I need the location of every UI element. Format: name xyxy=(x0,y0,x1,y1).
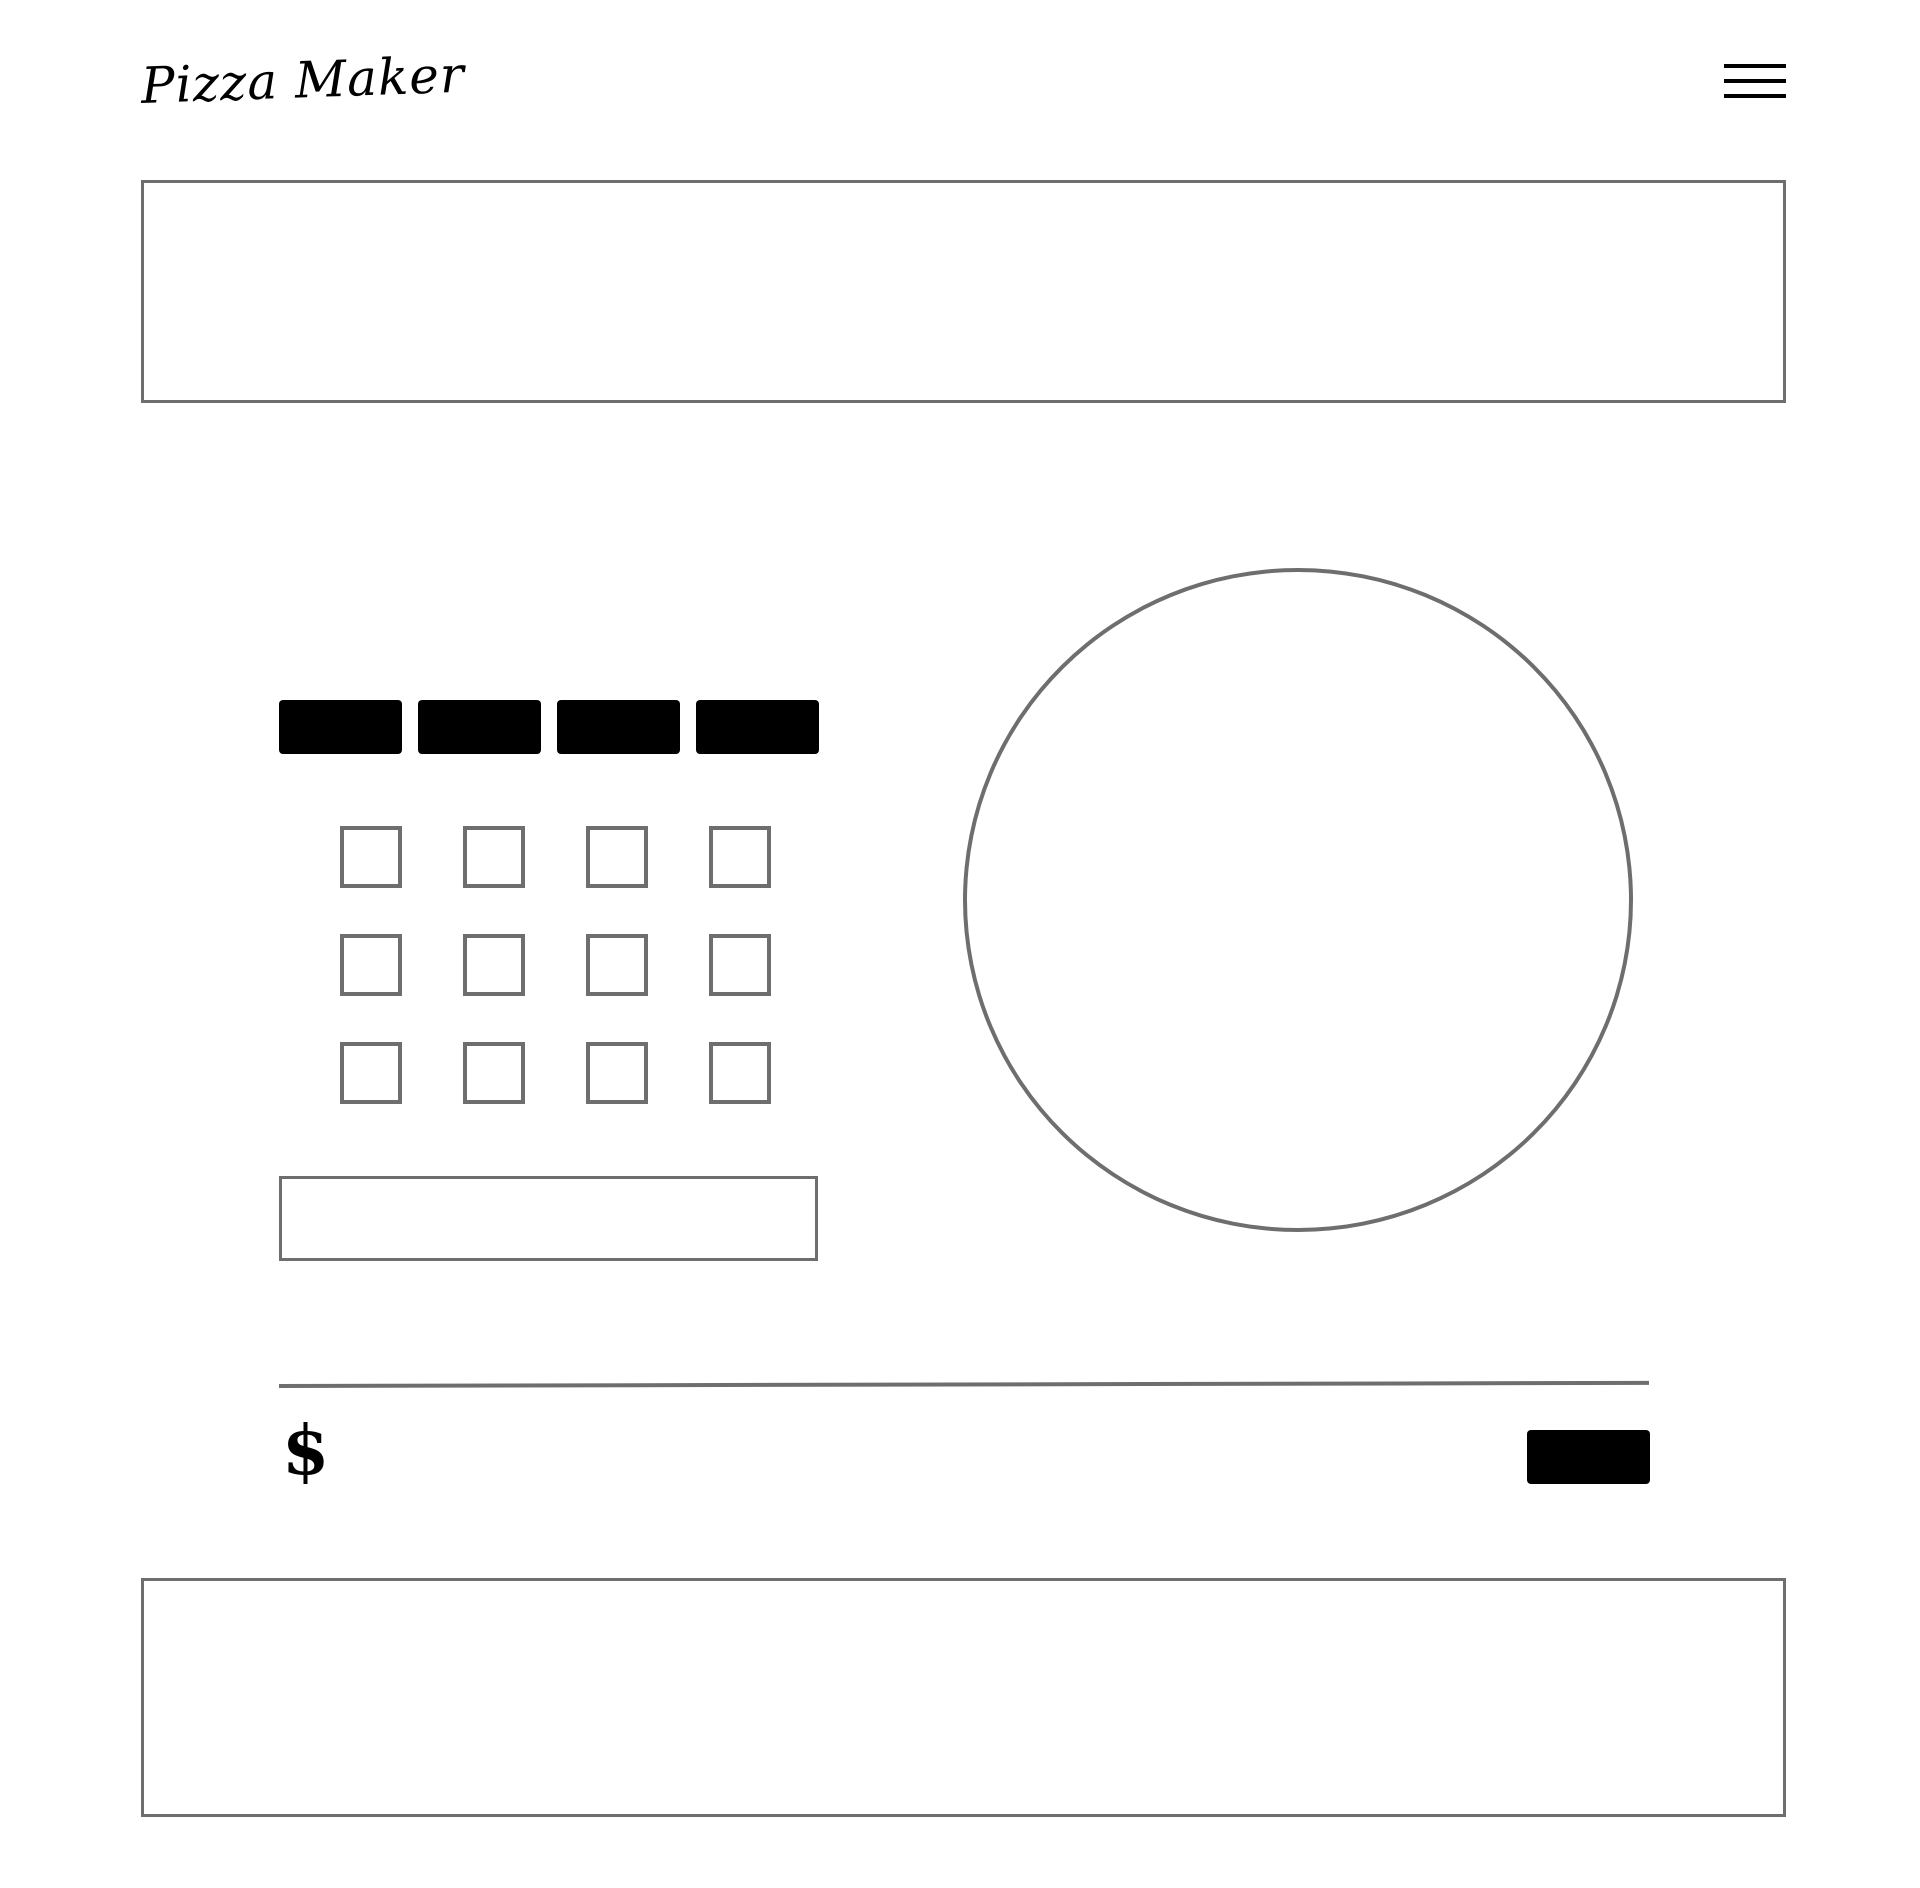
app-logo[interactable]: Pizza Maker xyxy=(140,35,466,126)
divider xyxy=(278,1380,1650,1388)
order-button[interactable] xyxy=(1527,1430,1650,1484)
topping-checkbox[interactable] xyxy=(709,1042,771,1104)
topping-checkbox[interactable] xyxy=(709,934,771,996)
topping-checkbox[interactable] xyxy=(463,934,525,996)
topping-checkbox[interactable] xyxy=(340,1042,402,1104)
topping-checkbox[interactable] xyxy=(709,826,771,888)
topping-checkbox[interactable] xyxy=(586,826,648,888)
menu-button[interactable] xyxy=(1720,60,1790,106)
size-tab-1[interactable] xyxy=(279,700,402,754)
topping-checkbox[interactable] xyxy=(340,934,402,996)
size-tab-2[interactable] xyxy=(418,700,541,754)
topping-checkbox[interactable] xyxy=(463,826,525,888)
footer-banner xyxy=(141,1578,1786,1817)
size-tab-4[interactable] xyxy=(696,700,819,754)
notes-input[interactable] xyxy=(279,1176,818,1261)
pizza-preview xyxy=(963,568,1633,1232)
hamburger-menu-icon xyxy=(1724,64,1786,68)
topping-checkbox[interactable] xyxy=(586,934,648,996)
hero-banner xyxy=(141,180,1786,403)
price-currency-symbol: $ xyxy=(282,1411,330,1491)
topping-checkbox[interactable] xyxy=(340,826,402,888)
size-tab-3[interactable] xyxy=(557,700,680,754)
topping-checkbox[interactable] xyxy=(463,1042,525,1104)
topping-checkbox[interactable] xyxy=(586,1042,648,1104)
